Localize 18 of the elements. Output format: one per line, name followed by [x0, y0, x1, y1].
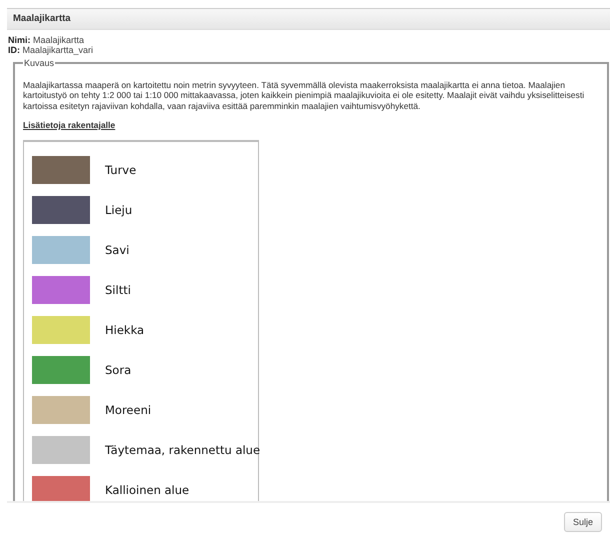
field-value: Maalajikartta_vari — [22, 45, 94, 55]
legend-label: Hiekka — [105, 322, 144, 337]
legend-label: Moreeni — [105, 402, 152, 417]
description-text: Maalajikartassa maaperä on kartoitettu noin metrin syvyyteen. Tätä syvemmällä olevista maakerroksista maalajikartta ei anna tietoa. Maalajien kartoitustyö on tehty 1:2 000 tai 1:10 000 mittakaavassa, joten kaikkein pienimpiä maalajikuvioita ei ole esitetty. Maalajit eivät vaihdu yksiselitteisesti kartoissa esitetyn rajaviivan kohdalla, vaan rajaviiva esittää paremminkin maalajien vaihtumisvyöhykettä. — [23, 80, 586, 111]
legend-label: Täytemaa, rakennettu alue — [105, 442, 260, 457]
field-label: Nimi: — [8, 35, 30, 45]
legend-label: Kallioinen alue — [105, 482, 190, 497]
legend-label: Savi — [105, 242, 130, 257]
panel-legend: Kuvaus — [23, 58, 56, 68]
legend-label: Lieju — [105, 202, 132, 217]
legend-label: Turve — [105, 162, 136, 177]
info-link[interactable]: Lisätietoja rakentajalle — [23, 120, 116, 130]
legend-label: Sora — [105, 362, 132, 377]
dialog-title: Maalajikartta — [7, 8, 610, 30]
legend-label: Siltti — [105, 282, 131, 297]
field-value: Maalajikartta — [33, 35, 84, 45]
field-label: ID: — [8, 45, 20, 55]
close-button[interactable]: Sulje — [564, 512, 602, 532]
